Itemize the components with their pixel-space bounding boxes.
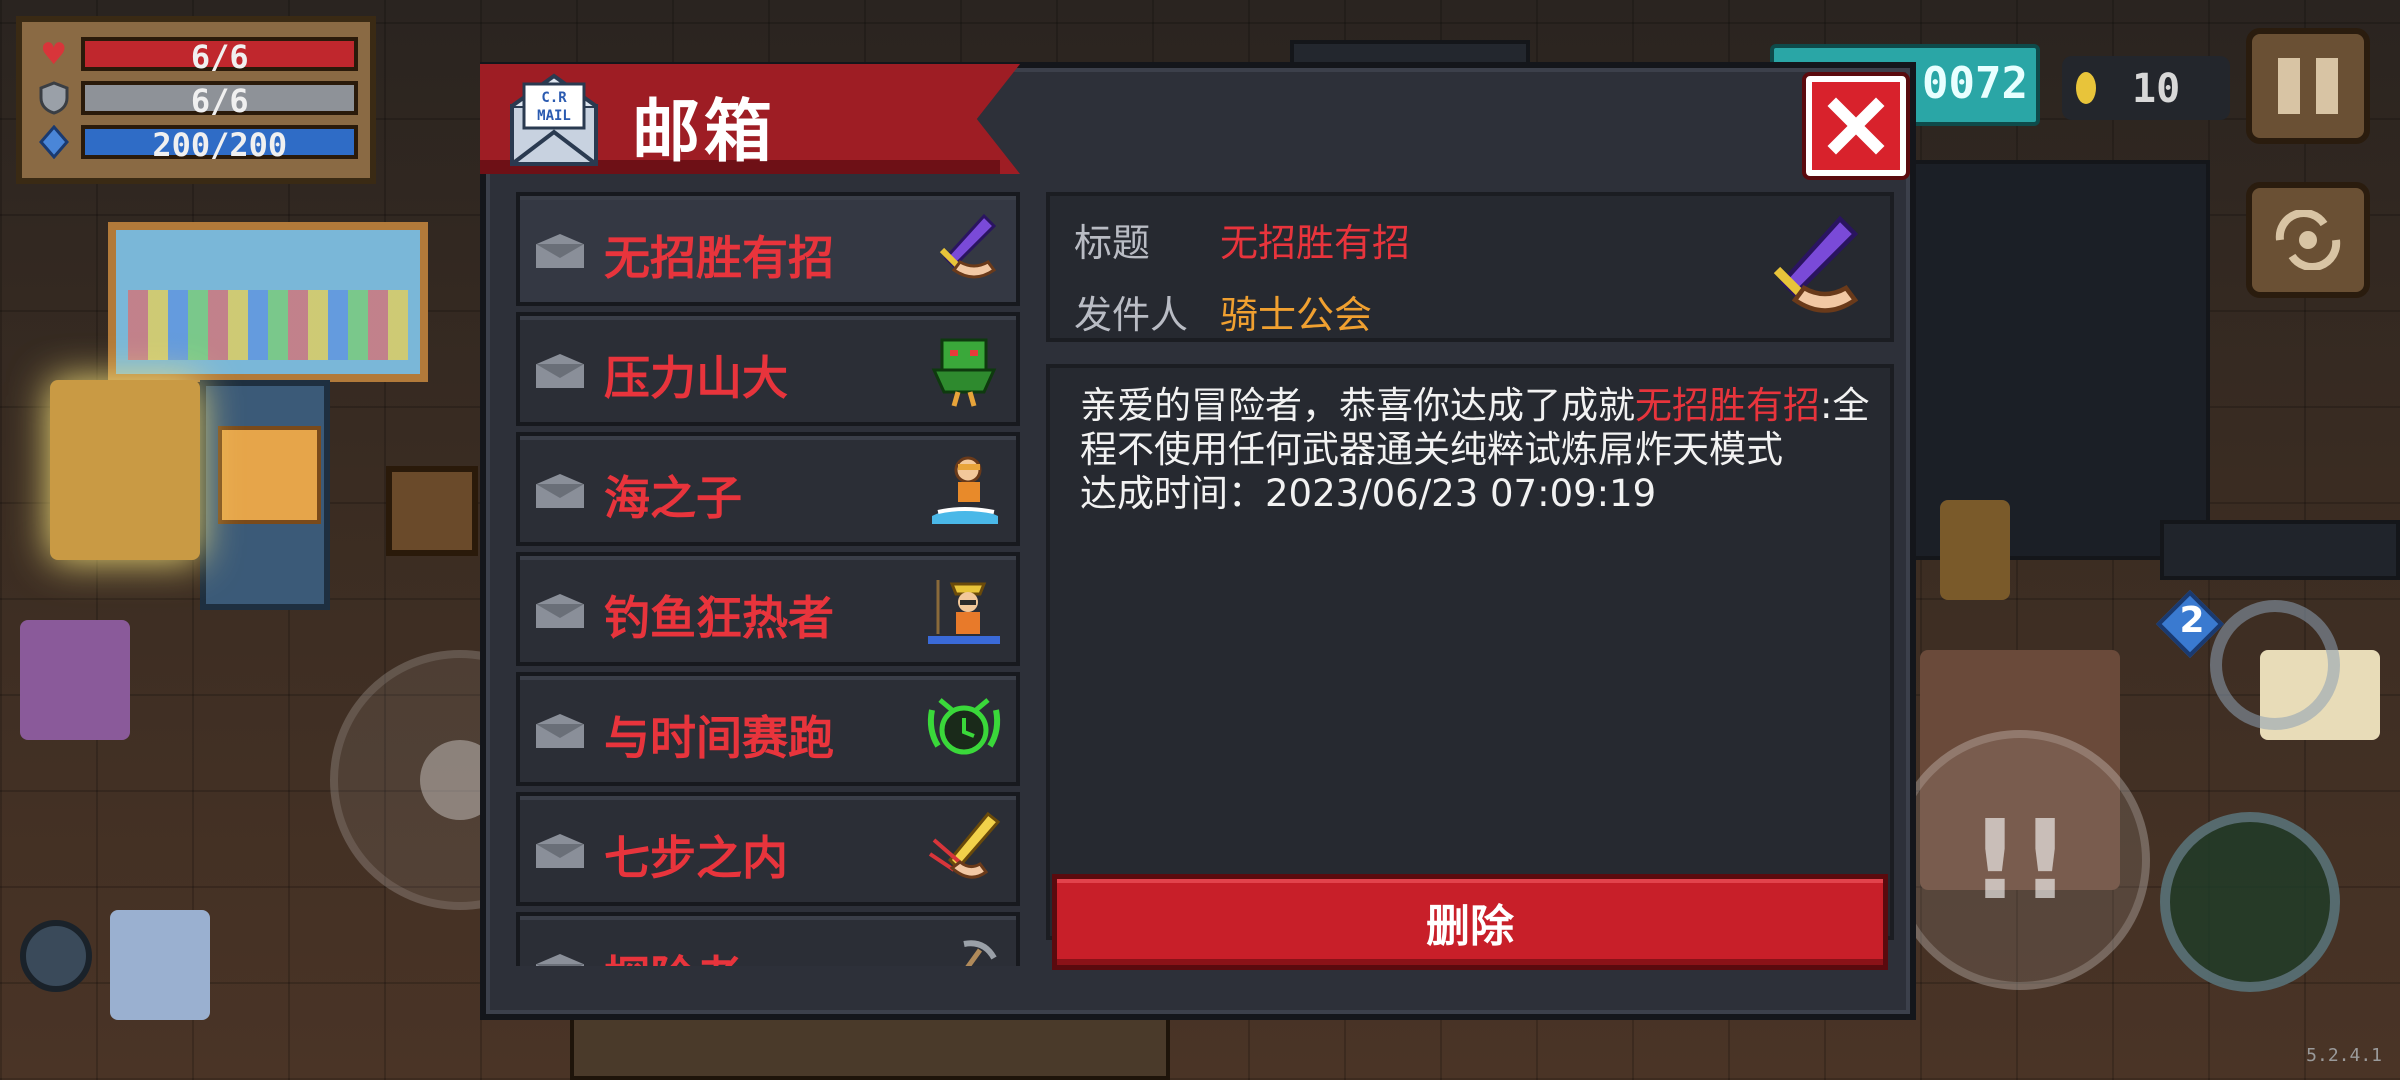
swap-icon bbox=[2275, 210, 2341, 270]
envelope-open-icon bbox=[536, 834, 584, 868]
wooden-chest bbox=[386, 466, 478, 556]
armor-text: 6/6 bbox=[190, 82, 249, 120]
surfer-icon bbox=[924, 450, 1004, 530]
fisherman-icon bbox=[924, 570, 1004, 650]
energy-bar: 200/200 bbox=[81, 125, 358, 164]
clock-icon bbox=[924, 690, 1004, 770]
mail-list[interactable]: 无招胜有招 压力山大 海之子 钓鱼狂热者 与时间赛跑 七步之内 bbox=[516, 192, 1026, 966]
attack-button[interactable]: !! bbox=[1890, 730, 2150, 990]
mail-item-label: 与时间赛跑 bbox=[604, 711, 834, 765]
achieved-time: 2023/06/23 07:09:19 bbox=[1265, 472, 1657, 515]
close-button[interactable] bbox=[1806, 76, 1906, 176]
hp-bar: 6/6 bbox=[81, 37, 358, 76]
mail-envelope-icon: C.R MAIL bbox=[510, 73, 598, 166]
mail-item-label: 七步之内 bbox=[604, 831, 788, 885]
envelope-open-icon bbox=[536, 234, 584, 268]
mail-message: 亲爱的冒险者，恭喜你达成了成就无招胜有招:全程不使用任何武器通关纯粹试炼屌炸天模… bbox=[1080, 384, 1870, 516]
achieved-time-line: 达成时间：2023/06/23 07:09:19 bbox=[1080, 472, 1870, 516]
player-stats-panel: ♥ 6/6 6/6 200/200 bbox=[16, 16, 376, 184]
mail-item-label: 钓鱼狂热者 bbox=[604, 591, 834, 645]
pickaxe-icon bbox=[924, 930, 1004, 966]
npc-golden-character bbox=[50, 380, 200, 560]
armor-bar: 6/6 bbox=[81, 81, 358, 120]
envelope-open-icon bbox=[536, 474, 584, 508]
envelope-open-icon bbox=[536, 354, 584, 388]
delete-button[interactable]: 删除 bbox=[1052, 874, 1888, 970]
subject-value: 无招胜有招 bbox=[1220, 221, 1411, 265]
pause-button[interactable] bbox=[2246, 28, 2370, 144]
mail-item-label: 压力山大 bbox=[604, 351, 788, 405]
hp-text: 6/6 bbox=[190, 38, 249, 76]
mail-item[interactable]: 探险者 bbox=[516, 912, 1020, 966]
table bbox=[570, 1010, 1170, 1080]
gem-count: 0072 bbox=[1922, 58, 2028, 109]
pot bbox=[20, 920, 92, 992]
envelope-open-icon bbox=[536, 714, 584, 748]
version-label: 5.2.4.1 bbox=[2306, 1045, 2382, 1066]
golden-blade-icon bbox=[924, 810, 1004, 890]
shield-icon bbox=[34, 80, 73, 116]
envelope-open-icon bbox=[536, 954, 584, 966]
pause-icon bbox=[2278, 58, 2338, 114]
svg-text:MAIL: MAIL bbox=[537, 108, 571, 124]
energy-row: 200/200 bbox=[34, 120, 358, 164]
swap-character-button[interactable] bbox=[2246, 182, 2370, 298]
mail-item[interactable]: 海之子 bbox=[516, 432, 1020, 546]
coin-count: 10 bbox=[2132, 66, 2181, 112]
sender-value: 骑士公会 bbox=[1220, 293, 1373, 337]
purple-sword-hand-icon bbox=[924, 210, 1004, 290]
mail-item[interactable]: 无招胜有招 bbox=[516, 192, 1020, 306]
armor-row: 6/6 bbox=[34, 76, 358, 120]
energy-text: 200/200 bbox=[152, 126, 288, 164]
mail-item[interactable]: 压力山大 bbox=[516, 312, 1020, 426]
hp-row: ♥ 6/6 bbox=[34, 32, 358, 76]
mail-detail-header: 标题 无招胜有招 发件人 骑士公会 bbox=[1046, 192, 1894, 342]
green-demon-icon bbox=[924, 330, 1004, 410]
npc-purple-character bbox=[20, 620, 130, 740]
subject-key: 标题 bbox=[1074, 221, 1151, 265]
skill-button[interactable] bbox=[2160, 812, 2340, 992]
wall-segment bbox=[2160, 520, 2400, 580]
candelabra bbox=[1940, 500, 2010, 600]
close-icon bbox=[1827, 97, 1885, 155]
mail-item[interactable]: 与时间赛跑 bbox=[516, 672, 1020, 786]
sender-key: 发件人 bbox=[1074, 293, 1189, 337]
achievement-name: 无招胜有招 bbox=[1635, 384, 1820, 427]
wall-poster bbox=[108, 222, 428, 382]
svg-text:C.R: C.R bbox=[541, 90, 567, 106]
mailbox-title: 邮箱 bbox=[632, 93, 777, 172]
energy-diamond-icon bbox=[34, 124, 73, 160]
arcade-cabinet bbox=[200, 380, 330, 610]
message-text: 亲爱的冒险者，恭喜你达成了成就 bbox=[1080, 384, 1635, 427]
coin-counter: 10 bbox=[2062, 56, 2230, 120]
envelope-open-icon bbox=[536, 594, 584, 628]
coin-icon bbox=[2076, 72, 2096, 104]
achieved-label: 达成时间： bbox=[1080, 472, 1265, 515]
mail-item-label: 海之子 bbox=[604, 471, 742, 525]
weapon-level-text: 2 bbox=[2179, 600, 2205, 641]
pet-wolf bbox=[110, 910, 210, 1020]
heart-icon: ♥ bbox=[40, 36, 68, 72]
mailbox-dialog: C.R MAIL 邮箱 无招胜有招 压力山大 海之子 钓鱼狂热者 与时间赛跑 七… bbox=[480, 62, 1916, 1020]
weapon-switch-button[interactable] bbox=[2210, 600, 2340, 730]
mail-item[interactable]: 七步之内 bbox=[516, 792, 1020, 906]
achievement-sword-hand-icon bbox=[1750, 210, 1870, 330]
mail-item-label: 探险者 bbox=[604, 942, 742, 966]
mail-item-label: 无招胜有招 bbox=[604, 231, 834, 285]
mail-detail-body: 亲爱的冒险者，恭喜你达成了成就无招胜有招:全程不使用任何武器通关纯粹试炼屌炸天模… bbox=[1046, 364, 1894, 940]
mail-item[interactable]: 钓鱼狂热者 bbox=[516, 552, 1020, 666]
